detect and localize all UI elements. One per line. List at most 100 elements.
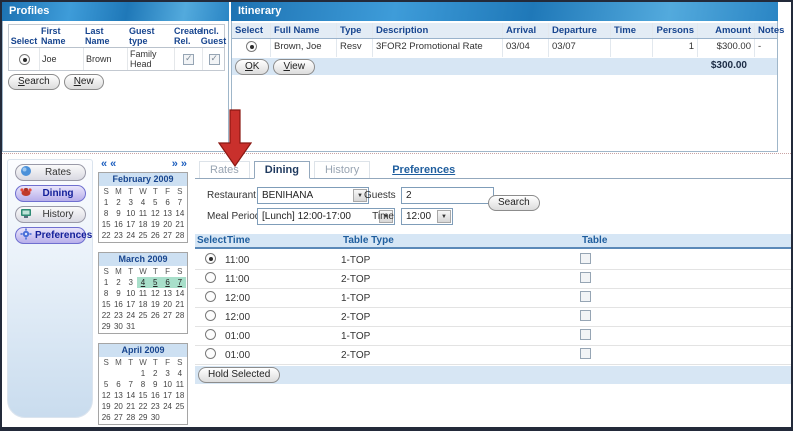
tab-preferences[interactable]: Preferences — [382, 162, 465, 178]
profiles-search-button[interactable]: Search — [8, 74, 60, 90]
calendar-day[interactable]: 13 — [161, 288, 173, 299]
calendar-day[interactable]: 21 — [174, 219, 186, 230]
calendar-day[interactable]: 19 — [149, 299, 161, 310]
calendar-day[interactable]: 9 — [112, 208, 124, 219]
calendar-day[interactable]: 5 — [149, 197, 161, 208]
itinerary-view-button[interactable]: View — [273, 59, 315, 75]
calendar-day-highlighted[interactable]: 5 — [149, 277, 161, 288]
calendar-day-highlighted[interactable]: 6 — [161, 277, 173, 288]
calendar-day[interactable]: 13 — [112, 390, 124, 401]
tab-history[interactable]: History — [314, 161, 370, 178]
calendar-day[interactable]: 12 — [100, 390, 112, 401]
calendar-day[interactable]: 30 — [112, 321, 124, 332]
calendar-day[interactable]: 2 — [149, 368, 161, 379]
calendar-day[interactable]: 17 — [161, 390, 173, 401]
calendar-day[interactable]: 27 — [112, 412, 124, 423]
calendar-day[interactable]: 28 — [174, 230, 186, 241]
tab-dining[interactable]: Dining — [254, 161, 310, 179]
calendar-day[interactable]: 11 — [137, 288, 149, 299]
calendar-day[interactable]: 16 — [149, 390, 161, 401]
calendar-day[interactable]: 26 — [149, 310, 161, 321]
calendar-day[interactable]: 22 — [100, 230, 112, 241]
dining-table-checkbox[interactable] — [580, 291, 591, 302]
calendar-day[interactable]: 4 — [137, 197, 149, 208]
calendar-day[interactable]: 29 — [137, 412, 149, 423]
calendar-day[interactable]: 29 — [100, 321, 112, 332]
calendar-day[interactable]: 11 — [137, 208, 149, 219]
incl-guest-checkbox[interactable] — [209, 54, 220, 65]
dining-table-checkbox[interactable] — [580, 348, 591, 359]
sidebar-item-preferences[interactable]: Preferences — [15, 227, 86, 244]
calendar-day[interactable]: 19 — [100, 401, 112, 412]
dining-table-checkbox[interactable] — [580, 310, 591, 321]
dining-time-radio[interactable] — [205, 291, 216, 302]
calendar-day[interactable]: 8 — [137, 379, 149, 390]
calendar-day[interactable]: 30 — [149, 412, 161, 423]
calendar-day[interactable]: 10 — [125, 288, 137, 299]
calendar-day[interactable]: 14 — [125, 390, 137, 401]
calendar-day[interactable]: 12 — [149, 208, 161, 219]
calendar-day[interactable]: 14 — [174, 208, 186, 219]
guests-input[interactable] — [401, 187, 494, 204]
calendar-day[interactable]: 3 — [161, 368, 173, 379]
calendar-day[interactable]: 25 — [174, 401, 186, 412]
calendar-day[interactable]: 31 — [125, 321, 137, 332]
calendar-day[interactable]: 21 — [125, 401, 137, 412]
sidebar-item-history[interactable]: History — [15, 206, 86, 223]
calendar-day[interactable]: 18 — [137, 219, 149, 230]
calendar-day[interactable]: 10 — [125, 208, 137, 219]
calendar-day[interactable]: 25 — [137, 230, 149, 241]
calendar-day[interactable]: 8 — [100, 288, 112, 299]
calendar-day[interactable]: 7 — [125, 379, 137, 390]
dining-table-checkbox[interactable] — [580, 253, 591, 264]
time-select[interactable]: 12:00 ▼ — [401, 208, 453, 225]
calendar-day[interactable]: 28 — [174, 310, 186, 321]
calendar-day[interactable]: 2 — [112, 277, 124, 288]
calendar-day[interactable]: 3 — [125, 197, 137, 208]
calendar-day[interactable]: 6 — [112, 379, 124, 390]
calendar-day[interactable]: 15 — [100, 219, 112, 230]
itinerary-ok-button[interactable]: OK — [235, 59, 269, 75]
profile-row[interactable]: JoeBrownFamily Head — [9, 48, 224, 70]
sidebar-item-rates[interactable]: Rates — [15, 164, 86, 181]
calendar-day[interactable]: 26 — [149, 230, 161, 241]
calendar-day[interactable]: 16 — [112, 219, 124, 230]
calendar-day[interactable]: 11 — [174, 379, 186, 390]
itinerary-row[interactable]: Brown, JoeResv3FOR2 Promotional Rate03/0… — [232, 39, 777, 57]
calendar-day[interactable]: 25 — [137, 310, 149, 321]
dining-table-checkbox[interactable] — [580, 329, 591, 340]
calendar-day[interactable]: 23 — [112, 230, 124, 241]
dining-table-checkbox[interactable] — [580, 272, 591, 283]
calendar-day-highlighted[interactable]: 4 — [137, 277, 149, 288]
dining-time-radio[interactable] — [205, 310, 216, 321]
calendar-day[interactable]: 13 — [161, 208, 173, 219]
calendar-day[interactable]: 20 — [161, 219, 173, 230]
calendar-day[interactable]: 19 — [149, 219, 161, 230]
calendar-day[interactable]: 9 — [149, 379, 161, 390]
profile-select-radio[interactable] — [19, 54, 30, 65]
profiles-new-button[interactable]: New — [64, 74, 104, 90]
calendar-day[interactable]: 17 — [125, 299, 137, 310]
calendar-day[interactable]: 24 — [125, 310, 137, 321]
calendar-day-highlighted[interactable]: 7 — [174, 277, 186, 288]
calendar-day[interactable]: 4 — [174, 368, 186, 379]
calendar-day[interactable]: 23 — [112, 310, 124, 321]
chevron-down-icon[interactable]: ▼ — [437, 210, 451, 223]
restaurant-select[interactable]: BENIHANA ▼ — [257, 187, 369, 204]
calendar-day[interactable]: 22 — [137, 401, 149, 412]
calendar-day[interactable]: 10 — [161, 379, 173, 390]
calendar-day[interactable]: 28 — [125, 412, 137, 423]
calendar-day[interactable]: 17 — [125, 219, 137, 230]
calendar-day[interactable]: 1 — [137, 368, 149, 379]
calendar-day[interactable]: 20 — [112, 401, 124, 412]
calendar-day[interactable]: 12 — [149, 288, 161, 299]
dining-time-radio[interactable] — [205, 253, 216, 264]
calendar-prev-icon[interactable]: « « — [101, 159, 116, 169]
calendar-day[interactable]: 15 — [100, 299, 112, 310]
dining-search-button[interactable]: Search — [488, 195, 540, 211]
calendar-day[interactable]: 9 — [112, 288, 124, 299]
dining-time-radio[interactable] — [205, 329, 216, 340]
calendar-day[interactable]: 3 — [125, 277, 137, 288]
calendar-day[interactable]: 1 — [100, 197, 112, 208]
calendar-day[interactable]: 7 — [174, 197, 186, 208]
